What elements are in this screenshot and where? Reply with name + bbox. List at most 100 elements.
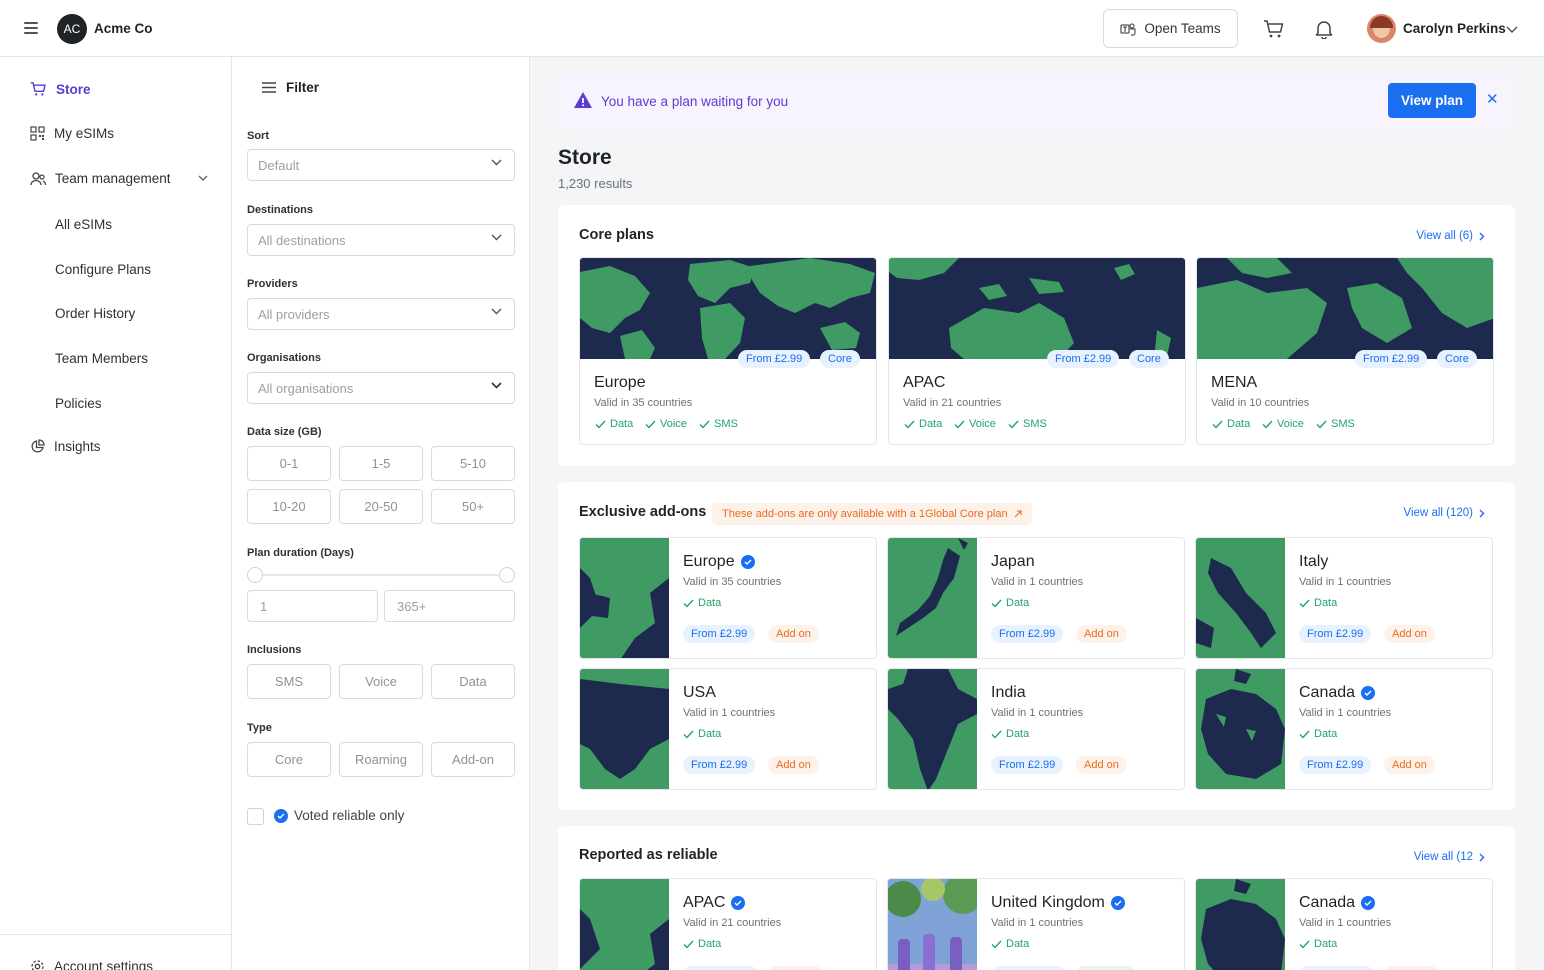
type-chip[interactable]: Core	[247, 742, 331, 777]
addon-badge	[768, 966, 823, 970]
cart-icon	[30, 82, 46, 96]
close-icon[interactable]: ✕	[1486, 90, 1499, 108]
sidebar-item-configure-plans[interactable]: Configure Plans	[55, 262, 151, 277]
core-badge: Core	[1129, 350, 1169, 368]
map-image	[1197, 258, 1493, 359]
data-size-chip[interactable]: 0-1	[247, 446, 331, 481]
inclusion-label: Data	[1314, 728, 1338, 740]
sidebar-item-team-management[interactable]: Team management	[30, 171, 208, 186]
type-chip[interactable]: Roaming	[339, 742, 423, 777]
sidebar-item-my-esims[interactable]: My eSIMs	[30, 126, 114, 141]
inclusion-label: Data	[1006, 597, 1030, 609]
view-all-addons-link[interactable]: View all (120)	[1404, 507, 1485, 519]
addon-card[interactable]: India Valid in 1 countries Data From £2.…	[887, 668, 1185, 790]
addon-card[interactable]: Canada Valid in 1 countries Data From £2…	[1195, 668, 1493, 790]
addon-badge: Add on	[1384, 756, 1435, 774]
view-all-core-link[interactable]: View all (6)	[1416, 230, 1485, 242]
voted-reliable-checkbox[interactable]	[247, 808, 264, 825]
duration-slider-min-handle[interactable]	[247, 567, 263, 583]
voted-reliable-option[interactable]: Voted reliable only	[274, 808, 404, 823]
sidebar-item-store[interactable]: Store	[30, 81, 91, 97]
price-badge: From £2.99	[1047, 350, 1120, 368]
data-size-chip[interactable]: 1-5	[339, 446, 423, 481]
verified-badge-icon	[740, 555, 755, 569]
addon-validity: Valid in 1 countries	[991, 576, 1084, 588]
duration-slider-track[interactable]	[254, 574, 508, 576]
price-badge: From £2.99	[1299, 625, 1372, 643]
price-badge: From £2.99	[738, 350, 811, 368]
data-size-chip[interactable]: 5-10	[431, 446, 515, 481]
sidebar-item-insights[interactable]: Insights	[30, 439, 101, 454]
destinations-label: Destinations	[247, 204, 314, 216]
verified-badge-icon	[1110, 896, 1125, 910]
check-icon	[1212, 420, 1223, 429]
data-size-chip[interactable]: 50+	[431, 489, 515, 524]
view-all-reliable-link[interactable]: View all (12	[1414, 851, 1485, 863]
duration-min-input[interactable]: 1	[247, 590, 378, 622]
destinations-select[interactable]: All destinations	[247, 224, 515, 256]
menu-icon[interactable]	[24, 22, 38, 34]
addon-validity: Valid in 1 countries	[683, 707, 776, 719]
verified-badge-icon	[731, 896, 746, 910]
inclusion-label: Data	[1314, 938, 1338, 950]
cart-icon[interactable]	[1262, 17, 1286, 41]
check-icon	[645, 420, 656, 429]
chevron-right-icon	[1479, 853, 1485, 861]
map-image	[888, 669, 977, 789]
inclusion-chip[interactable]: Data	[431, 664, 515, 699]
inclusion-label: Data	[610, 418, 634, 430]
open-teams-button[interactable]: Open Teams	[1103, 9, 1238, 48]
duration-slider-max-handle[interactable]	[499, 567, 515, 583]
core-plan-card[interactable]: From £2.99 Core MENA Valid in 10 countri…	[1196, 257, 1494, 445]
inclusion-label: Voice	[1277, 418, 1304, 430]
map-image	[1196, 538, 1285, 658]
inclusion-label: SMS	[1023, 418, 1047, 430]
reliable-card[interactable]: Canada Valid in 1 countries Data	[1195, 878, 1493, 970]
addon-card[interactable]: USA Valid in 1 countries Data From £2.99…	[579, 668, 877, 790]
chevron-right-icon	[1479, 509, 1485, 517]
sidebar-item-all-esims[interactable]: All eSIMs	[55, 217, 112, 232]
sidebar-item-order-history[interactable]: Order History	[55, 306, 135, 321]
plan-validity: Valid in 10 countries	[1211, 397, 1310, 409]
duration-max-input[interactable]: 365+	[384, 590, 515, 622]
check-icon	[1299, 599, 1310, 608]
inclusion-sms: SMS	[1008, 418, 1047, 430]
reliable-card[interactable]: APAC Valid in 21 countries Data	[579, 878, 877, 970]
addon-card[interactable]: Europe Valid in 35 countries Data From £…	[579, 537, 877, 659]
data-size-chip[interactable]: 10-20	[247, 489, 331, 524]
qr-code-icon	[30, 126, 45, 141]
gear-icon	[31, 960, 44, 970]
core-plans-section: Core plans View all (6) From £2.99 Core …	[558, 205, 1515, 466]
filter-lines-icon	[262, 82, 276, 93]
user-name[interactable]: Carolyn Perkins	[1403, 21, 1506, 36]
addon-validity: Valid in 1 countries	[1299, 707, 1392, 719]
chevron-down-icon[interactable]	[1506, 22, 1518, 37]
inclusion-data: Data	[991, 597, 1029, 609]
type-chip[interactable]: Add-on	[431, 742, 515, 777]
check-icon	[683, 940, 694, 949]
core-plan-card[interactable]: From £2.99 Core Europe Valid in 35 count…	[579, 257, 877, 445]
inclusion-data: Data	[1299, 597, 1337, 609]
view-plan-button[interactable]: View plan	[1388, 83, 1476, 118]
bell-icon[interactable]	[1312, 17, 1336, 41]
account-settings-link[interactable]: Account settings	[30, 959, 153, 970]
check-icon	[1008, 420, 1019, 429]
addon-notice[interactable]: These add-ons are only available with a …	[712, 503, 1032, 525]
sidebar-item-policies[interactable]: Policies	[55, 396, 102, 411]
avatar[interactable]	[1367, 14, 1396, 43]
filter-header[interactable]: Filter	[262, 80, 319, 95]
sidebar-item-team-members[interactable]: Team Members	[55, 351, 148, 366]
price-badge: From £2.99	[991, 625, 1064, 643]
company-name: Acme Co	[94, 21, 153, 36]
core-plan-card[interactable]: From £2.99 Core APAC Valid in 21 countri…	[888, 257, 1186, 445]
organisations-select[interactable]: All organisations	[247, 372, 515, 404]
inclusion-chip[interactable]: SMS	[247, 664, 331, 699]
addon-badge: Add on	[1384, 625, 1435, 643]
addon-card[interactable]: Japan Valid in 1 countries Data From £2.…	[887, 537, 1185, 659]
data-size-chip[interactable]: 20-50	[339, 489, 423, 524]
inclusion-chip[interactable]: Voice	[339, 664, 423, 699]
addon-card[interactable]: Italy Valid in 1 countries Data From £2.…	[1195, 537, 1493, 659]
providers-select[interactable]: All providers	[247, 298, 515, 330]
reliable-card[interactable]: United Kingdom Valid in 1 countries Data	[887, 878, 1185, 970]
sort-select[interactable]: Default	[247, 149, 515, 181]
